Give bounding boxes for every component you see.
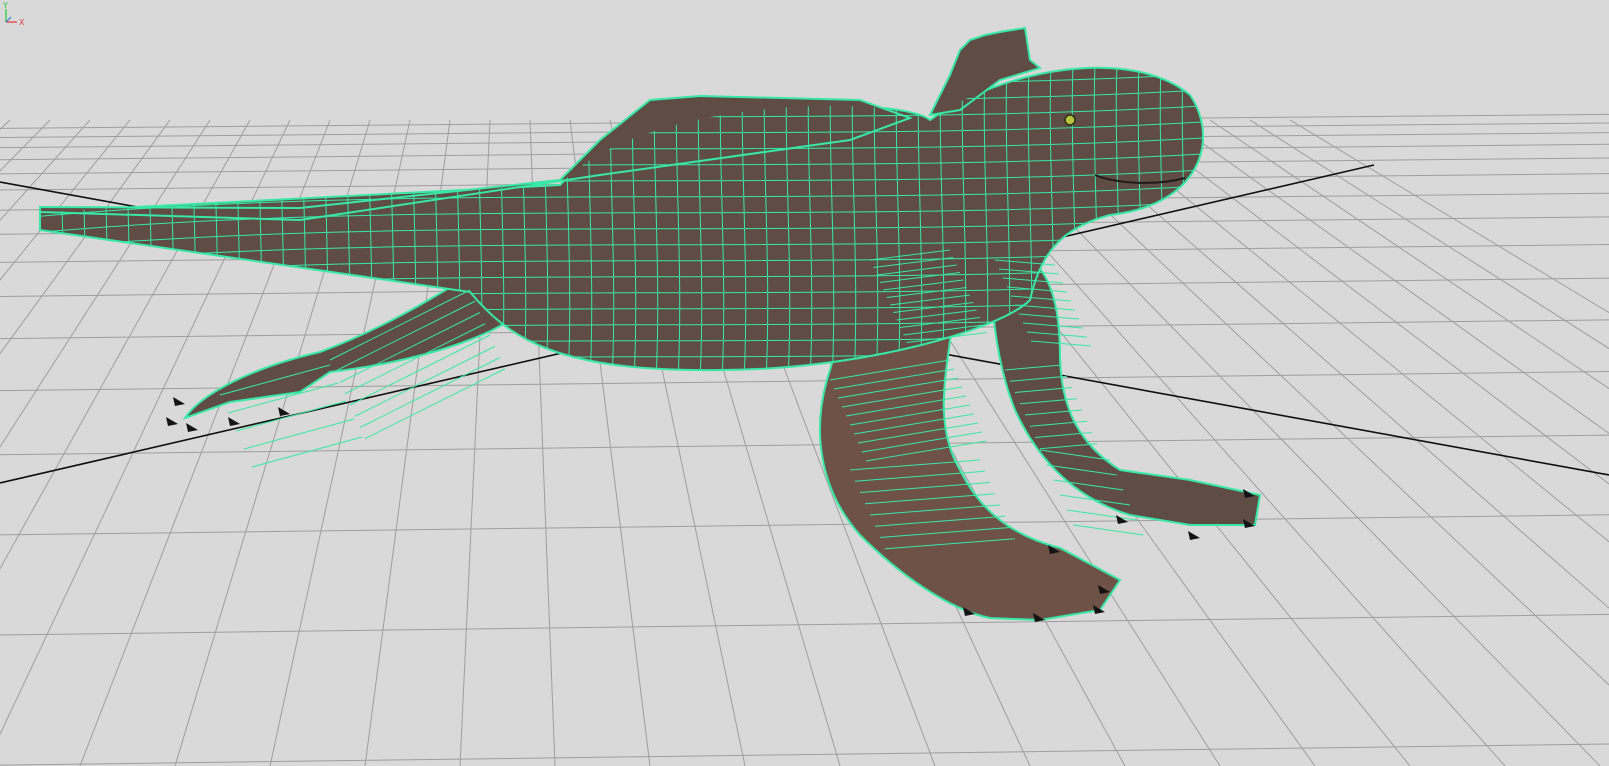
claw-icon	[166, 417, 178, 426]
grid-line	[1289, 119, 1609, 314]
claw-icon	[1116, 515, 1128, 524]
claw-icon	[186, 423, 198, 432]
eye	[1064, 114, 1076, 126]
wire-edge	[1204, 40, 1207, 380]
axis-x-label: X	[19, 18, 25, 27]
viewport-canvas[interactable]	[0, 0, 1609, 766]
grid-line	[0, 743, 1609, 766]
3d-viewport[interactable]: Y X	[0, 0, 1609, 766]
grid-line	[0, 119, 11, 131]
axis-orientation-indicator: Y X	[2, 1, 25, 27]
grid-line	[1129, 119, 1609, 485]
grid-line	[0, 514, 1609, 536]
claw-icon	[278, 407, 290, 416]
axis-y-label: Y	[2, 1, 8, 10]
grid-line	[1169, 119, 1609, 434]
axis-z-icon	[5, 16, 12, 23]
wire-edge	[235, 400, 347, 432]
grid-line	[1209, 119, 1609, 390]
wire-edge	[364, 368, 506, 440]
grid-line	[0, 613, 1609, 636]
claw-icon	[228, 417, 240, 426]
wire-edge	[359, 357, 501, 428]
grid-line	[1049, 119, 1609, 609]
grid-line	[0, 434, 1609, 456]
wire-edge	[0, 25, 1220, 60]
claw-icon	[1188, 531, 1200, 540]
wire-edge	[40, 67, 1204, 77]
claw-icon	[173, 397, 185, 406]
wire-edge	[1073, 524, 1144, 536]
grid-line	[1089, 119, 1609, 543]
